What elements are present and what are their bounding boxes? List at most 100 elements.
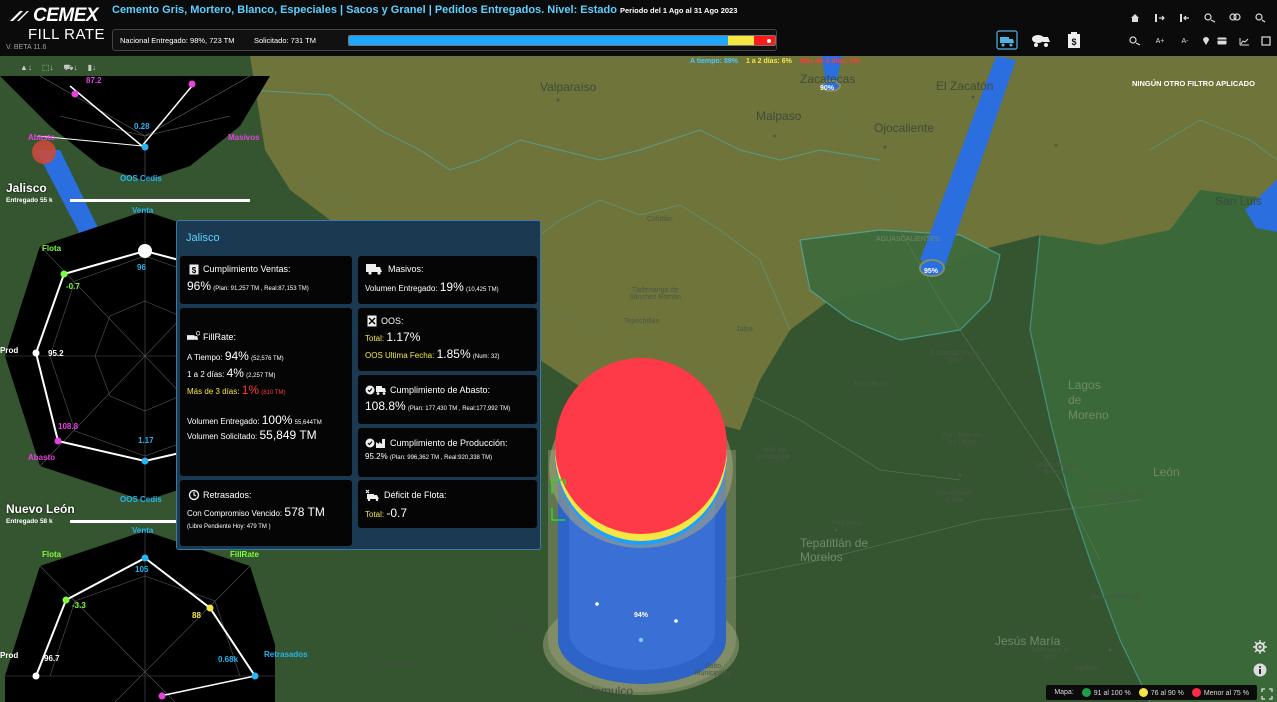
radar1-label-flota: Flota bbox=[42, 244, 62, 253]
radar0-label-masivos: Masivos bbox=[228, 133, 260, 142]
map-label-small: Tlaltenango de Sánchez Román bbox=[629, 287, 681, 301]
factory-check-icon bbox=[365, 437, 387, 449]
map-label-san-luis: San Luis bbox=[1215, 194, 1262, 208]
legend-green-text: 91 al 100 % bbox=[1093, 690, 1131, 697]
produccion-detail: (Plan: 996,362 TM , Real:920,338 TM) bbox=[389, 455, 493, 461]
map-label-small: Unión de San Antonio bbox=[1034, 462, 1078, 476]
settings-icon[interactable] bbox=[1253, 640, 1267, 654]
fillrate-on-time-pct: 94% bbox=[224, 349, 249, 363]
pin-icon[interactable] bbox=[1128, 34, 1142, 48]
truck-view-icon bbox=[996, 30, 1018, 50]
map-label-small: San Miguel el Alto bbox=[936, 490, 972, 504]
fillrate-more-pct: 1% bbox=[241, 383, 260, 397]
radar1-value-oos: 1.17 bbox=[138, 436, 154, 445]
abasto-pct: 108.8% bbox=[365, 399, 406, 413]
sales-view-button[interactable]: $ bbox=[1063, 30, 1085, 50]
map-label-small: Pegueros bbox=[832, 520, 862, 527]
sales-view-icon: $ bbox=[1068, 32, 1080, 48]
marker-jalisco[interactable] bbox=[543, 358, 739, 695]
map-legend-item: Menor al 75 % bbox=[1191, 688, 1249, 697]
zoom-out-icon[interactable] bbox=[1178, 11, 1192, 25]
chart-icon[interactable] bbox=[1237, 34, 1251, 48]
top-header: CEMEX FILL RATE V. BETA 11.6 Cemento Gri… bbox=[0, 0, 1277, 56]
fillrate-one-two-label: 1 a 2 días: bbox=[187, 370, 225, 379]
link-icon[interactable] bbox=[1228, 11, 1242, 25]
radar2-label-flota: Flota bbox=[42, 550, 62, 559]
map-label-small: Tepechitlán bbox=[624, 318, 660, 325]
mixer-view-button[interactable] bbox=[1030, 30, 1052, 50]
oos-title: OOS: bbox=[381, 316, 404, 326]
radar0-label-oos: OOS Cedis bbox=[120, 174, 162, 183]
map-label-small: Ayotlán bbox=[1075, 665, 1099, 672]
share-icon[interactable] bbox=[1253, 11, 1267, 25]
card-ventas: $ Cumplimiento Ventas: 96% (Plan: 91,257… bbox=[180, 256, 352, 304]
radar2-value-retrasados: 0.68k bbox=[218, 655, 239, 664]
radar1-value-prod: 95.2 bbox=[48, 349, 64, 358]
fillrate-delivered-tm: 55,644TM bbox=[294, 420, 322, 426]
legend-green-dot bbox=[1081, 688, 1091, 697]
radar2-label-retrasados: Retrasados bbox=[264, 650, 308, 659]
expand-icon[interactable] bbox=[1261, 687, 1273, 700]
radar1-label-oos: OOS Cedis bbox=[120, 495, 162, 504]
ventas-title: Cumplimiento Ventas: bbox=[203, 264, 291, 274]
fillrate-more-tm: (810 TM) bbox=[261, 390, 286, 396]
masivos-title: Masivos: bbox=[388, 264, 424, 274]
map-label-ojocaliente: Ojocaliente bbox=[874, 121, 935, 135]
mixer-view-icon bbox=[1032, 35, 1050, 47]
oos-last: 1.85% bbox=[436, 347, 471, 361]
radar-jalisco-title[interactable]: Jalisco bbox=[6, 181, 47, 195]
map-label-leon: León bbox=[1153, 465, 1180, 479]
progress-more-days bbox=[753, 36, 775, 45]
fillrate-delivered-label: Volumen Entregado: bbox=[187, 417, 260, 426]
ventas-detail: (Plan: 91,257 TM , Real:87,153 TM) bbox=[213, 286, 309, 292]
truck-view-button[interactable] bbox=[996, 30, 1018, 50]
fillrate-requested-tm: 55,849 TM bbox=[259, 428, 317, 442]
radar-nuevo-leon-delivered: Entregado 58 k bbox=[6, 518, 53, 525]
card-icon[interactable] bbox=[1215, 34, 1229, 48]
filter-status: NINGÚN OTRO FILTRO APLICADO bbox=[1132, 79, 1255, 88]
radar2-value-venta: 105 bbox=[135, 565, 149, 574]
out-of-stock-icon bbox=[365, 315, 378, 327]
fillrate-one-two-tm: (2,257 TM) bbox=[246, 373, 276, 379]
map-legend: Mapa: 91 al 100 % 76 al 90 % Menor al 75… bbox=[1046, 685, 1257, 700]
flota-total-label: Total: bbox=[365, 510, 385, 519]
map-label-tala: Tala bbox=[508, 620, 531, 634]
text-size-small-icon[interactable]: A- bbox=[1178, 34, 1192, 48]
version-label: V. BETA 11.6 bbox=[6, 44, 47, 51]
fullscreen-icon[interactable] bbox=[1259, 34, 1273, 48]
produccion-pct: 95.2% bbox=[365, 452, 388, 461]
radar0-value-oos: 0.28 bbox=[134, 122, 150, 131]
radar-chart-top: 87.2 Abasto Masivos 0.28 OOS Cedis bbox=[0, 56, 275, 186]
masivos-pct: 19% bbox=[439, 280, 464, 294]
map-label-ameca: Ameca bbox=[378, 656, 416, 670]
oos-num: (Num: 32) bbox=[472, 354, 500, 360]
radar-nuevo-leon-title[interactable]: Nuevo León bbox=[6, 502, 75, 516]
map-label-valparaiso: Valparaíso bbox=[540, 80, 597, 94]
radar1-label-venta: Venta bbox=[132, 206, 154, 215]
retrasados-detail: (Libre Pendiente Hoy: 479 TM ) bbox=[187, 524, 271, 530]
sales-icon: $ bbox=[187, 263, 200, 275]
map-label-jesus-maria: Jesús María bbox=[995, 634, 1061, 648]
delivery-legend: A tiempo: 89% 1 a 2 días: 6% Más de 3 dí… bbox=[690, 58, 866, 65]
progress-end-dot bbox=[767, 39, 771, 43]
radar2-value-flota: -3.3 bbox=[72, 601, 86, 610]
home-icon[interactable] bbox=[1128, 11, 1142, 25]
cemex-logo: CEMEX FILL RATE bbox=[8, 5, 105, 42]
map-label-small: AGUASCALIENTES bbox=[876, 236, 940, 243]
masivos-tm: (10,425 TM) bbox=[466, 287, 499, 293]
radar1-value-venta: 96 bbox=[137, 263, 146, 272]
svg-text:$: $ bbox=[191, 266, 196, 275]
info-icon[interactable] bbox=[1253, 663, 1267, 677]
map-label-small: Atotonilco el Alto bbox=[1030, 647, 1070, 661]
text-size-icon[interactable]: A+ bbox=[1153, 34, 1167, 48]
cemex-mark-icon bbox=[10, 11, 29, 21]
marker-icon[interactable] bbox=[1199, 34, 1213, 48]
legend-red-dot bbox=[1191, 688, 1201, 697]
national-stats-box: Nacional Entregado: 98%, 723 TM Solicita… bbox=[112, 29, 777, 51]
pan-right-icon[interactable] bbox=[1203, 11, 1217, 25]
card-flota: Déficit de Flota: Total: -0.7 bbox=[358, 480, 537, 528]
map-label-tlajomulco: Tlajomulco bbox=[575, 684, 634, 698]
brand-name: CEMEX bbox=[33, 5, 99, 26]
fillrate-requested-label: Volumen Solicitado: bbox=[187, 432, 258, 441]
zoom-in-icon[interactable] bbox=[1153, 11, 1167, 25]
